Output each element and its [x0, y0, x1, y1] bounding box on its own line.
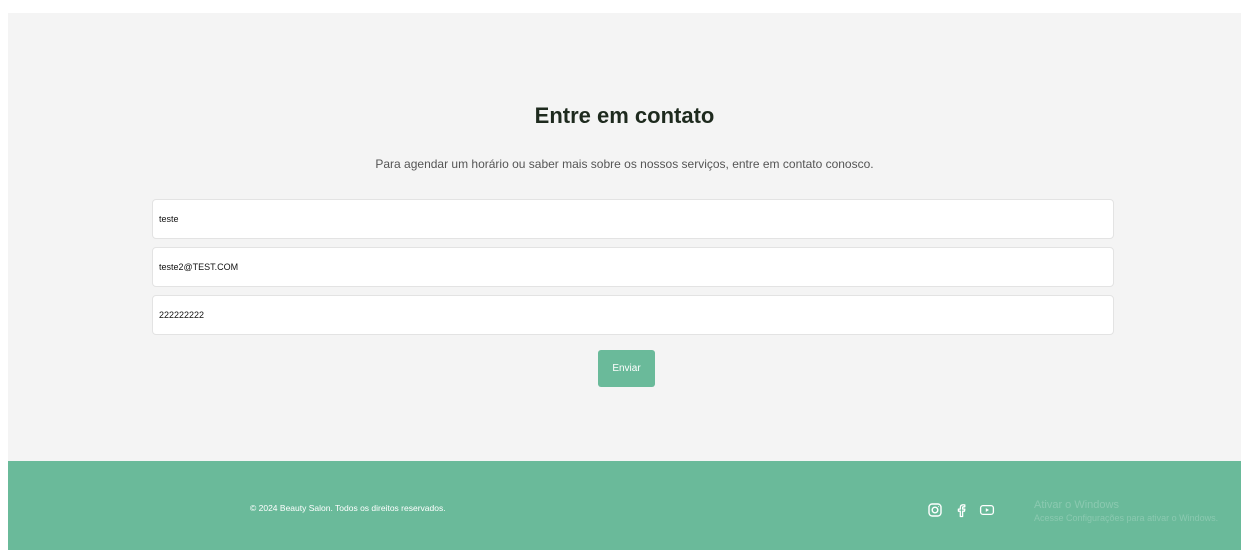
name-input[interactable] [152, 199, 1114, 239]
watermark-title: Ativar o Windows [1034, 499, 1119, 511]
submit-button[interactable]: Enviar [598, 350, 655, 387]
contact-subtitle: Para agendar um horário ou saber mais so… [375, 157, 874, 171]
email-input[interactable] [152, 247, 1114, 287]
footer: © 2024 Beauty Salon. Todos os direitos r… [8, 461, 1241, 550]
watermark-subtitle: Acesse Configurações para ativar o Windo… [1034, 513, 1219, 523]
contact-title: Entre em contato [534, 103, 715, 128]
contact-section: Entre em contato Para agendar um horário… [8, 13, 1241, 461]
instagram-icon[interactable] [926, 502, 943, 519]
windows-activation-watermark: Ativar o Windows Acesse Configurações pa… [1034, 499, 1239, 525]
social-links [926, 501, 995, 519]
copyright-text: © 2024 Beauty Salon. Todos os direitos r… [250, 503, 446, 513]
youtube-icon[interactable] [978, 502, 995, 519]
page: Entre em contato Para agendar um horário… [0, 0, 1241, 550]
facebook-icon[interactable] [952, 502, 969, 519]
phone-input[interactable] [152, 295, 1114, 335]
